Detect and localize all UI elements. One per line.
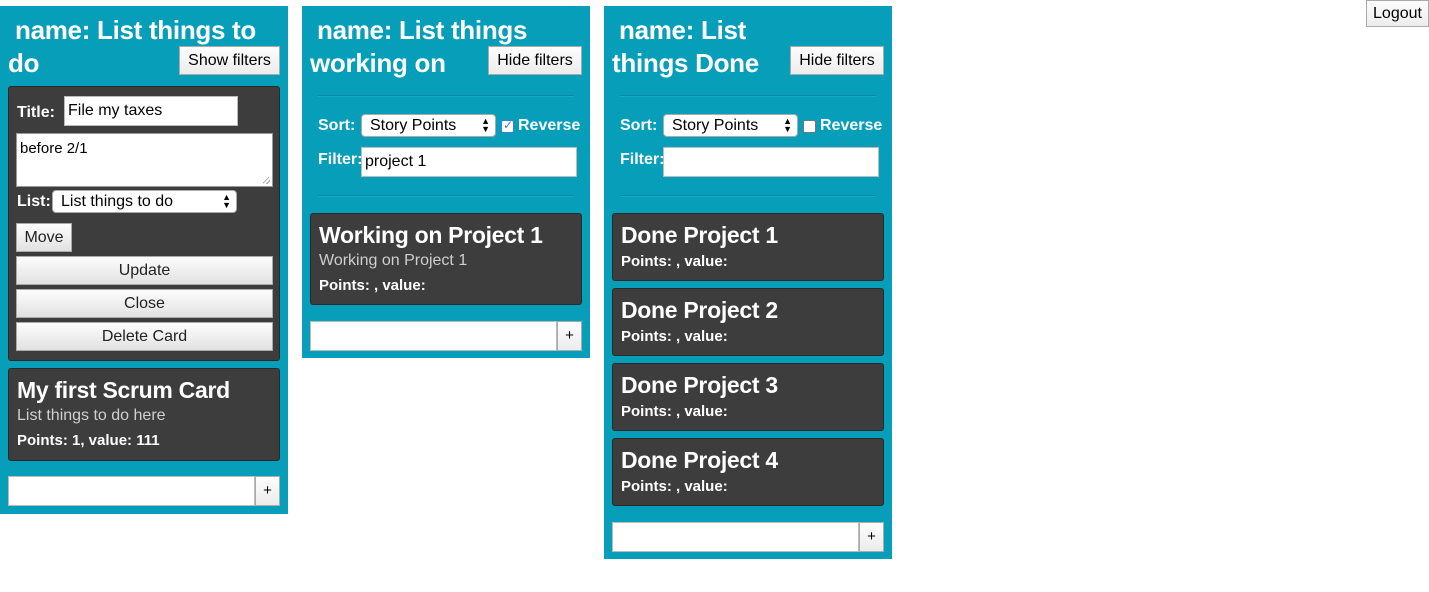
update-button[interactable]: Update bbox=[16, 256, 273, 285]
reverse-checkbox[interactable] bbox=[803, 120, 816, 133]
card-description: List things to do here bbox=[17, 407, 166, 424]
card[interactable]: Done Project 2 Points: , value: bbox=[612, 288, 884, 356]
card-points: Points: , value: bbox=[621, 403, 728, 420]
card[interactable]: My first Scrum Card List things to do he… bbox=[8, 368, 280, 461]
card-title: Done Project 3 bbox=[621, 372, 778, 398]
filter-input[interactable] bbox=[663, 147, 879, 177]
divider bbox=[620, 195, 876, 197]
card-points: Points: , value: bbox=[621, 328, 728, 345]
show-filters-button[interactable]: Show filters bbox=[179, 46, 280, 75]
reverse-label: Reverse bbox=[820, 117, 883, 134]
card-description: Working on Project 1 bbox=[319, 252, 468, 269]
divider bbox=[620, 95, 876, 97]
description-textarea[interactable]: before 2/1 bbox=[16, 133, 273, 187]
divider bbox=[318, 95, 574, 97]
delete-card-button[interactable]: Delete Card bbox=[16, 322, 273, 351]
close-button[interactable]: Close bbox=[16, 289, 273, 318]
card-points: Points: , value: bbox=[621, 253, 728, 270]
column-done: name: List things Done Hide filters Sort… bbox=[604, 6, 892, 559]
list-select[interactable]: List things to do ▲ ▼ bbox=[52, 190, 237, 213]
card-title: Done Project 4 bbox=[621, 447, 778, 473]
sort-label: Sort: bbox=[318, 117, 356, 134]
card-title: Working on Project 1 bbox=[319, 222, 543, 248]
card-title: Done Project 2 bbox=[621, 297, 778, 323]
card-points: Points: 1, value: 111 bbox=[17, 432, 160, 449]
card[interactable]: Done Project 4 Points: , value: bbox=[612, 438, 884, 506]
select-arrows-icon: ▲ ▼ bbox=[222, 192, 231, 210]
column-working-on: name: List things working on Hide filter… bbox=[302, 6, 590, 358]
select-arrows-icon: ▲ ▼ bbox=[783, 116, 792, 134]
column-todo: name: List things to do Show filters Tit… bbox=[0, 6, 288, 514]
card[interactable]: Working on Project 1 Working on Project … bbox=[310, 213, 582, 305]
card[interactable]: Done Project 1 Points: , value: bbox=[612, 213, 884, 281]
hide-filters-button[interactable]: Hide filters bbox=[790, 46, 884, 75]
divider bbox=[318, 195, 574, 197]
new-card-input[interactable] bbox=[612, 522, 859, 552]
move-button[interactable]: Move bbox=[16, 223, 72, 252]
title-label: Title: bbox=[17, 104, 55, 121]
add-card-button[interactable]: + bbox=[859, 522, 884, 552]
select-arrows-icon: ▲ ▼ bbox=[481, 116, 490, 134]
sort-select[interactable]: Story Points ▲ ▼ bbox=[663, 114, 798, 137]
title-input[interactable]: File my taxes bbox=[64, 96, 238, 126]
reverse-label: Reverse bbox=[518, 117, 581, 134]
filter-label: Filter: bbox=[318, 151, 363, 168]
logout-button[interactable]: Logout bbox=[1366, 0, 1429, 27]
card-title: Done Project 1 bbox=[621, 222, 778, 248]
new-card-input[interactable] bbox=[310, 321, 557, 351]
add-card-button[interactable]: + bbox=[557, 321, 582, 351]
new-card-input[interactable] bbox=[8, 476, 255, 506]
filter-label: Filter: bbox=[620, 151, 665, 168]
reverse-checkbox[interactable] bbox=[501, 118, 514, 133]
hide-filters-button[interactable]: Hide filters bbox=[488, 46, 582, 75]
sort-select[interactable]: Story Points ▲ ▼ bbox=[361, 114, 496, 137]
card[interactable]: Done Project 3 Points: , value: bbox=[612, 363, 884, 431]
card-editor: Title: File my taxes before 2/1 List: Li… bbox=[8, 86, 280, 361]
resize-grip-icon[interactable] bbox=[263, 177, 270, 184]
add-card-button[interactable]: + bbox=[255, 476, 280, 506]
list-label: List: bbox=[17, 193, 51, 210]
card-title: My first Scrum Card bbox=[17, 377, 230, 403]
filter-input[interactable]: project 1 bbox=[361, 147, 577, 177]
card-points: Points: , value: bbox=[621, 478, 728, 495]
sort-label: Sort: bbox=[620, 117, 658, 134]
card-points: Points: , value: bbox=[319, 277, 426, 294]
